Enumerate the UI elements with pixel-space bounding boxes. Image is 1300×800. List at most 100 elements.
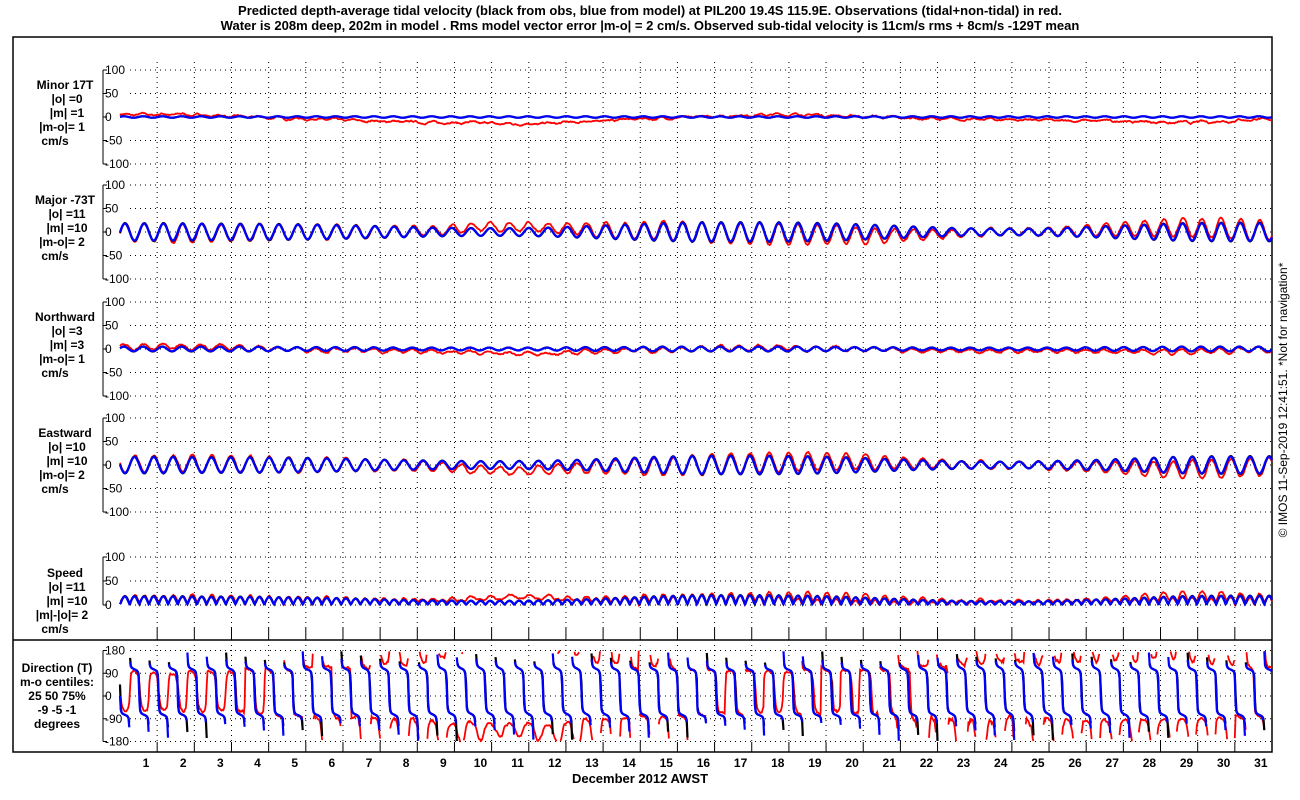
panel-label-minor: |m-o|= 1 <box>39 120 85 134</box>
direction-observations-line <box>1091 651 1101 665</box>
y-tick-label: 0 <box>105 342 112 356</box>
series <box>118 111 1273 743</box>
direction-model-line <box>821 659 842 725</box>
chart-canvas: Predicted depth-average tidal velocity (… <box>12 3 1290 786</box>
y-tick-label: 100 <box>105 63 125 77</box>
direction-observations-line <box>1053 652 1063 665</box>
x-tick-label: 23 <box>957 756 971 770</box>
direction-model-line <box>1013 661 1034 723</box>
x-tick-label: 20 <box>845 756 859 770</box>
direction-model-line <box>1263 651 1273 673</box>
direction-model-line <box>533 662 554 722</box>
x-tick-label: 11 <box>511 756 524 770</box>
x-tick-label: 8 <box>403 756 410 770</box>
x-tick-label: 29 <box>1180 756 1194 770</box>
panel-label-speed: |m| =10 <box>46 594 87 608</box>
direction-observations-line <box>380 651 391 666</box>
y-tick-label: 50 <box>105 435 119 449</box>
direction-model-line <box>1051 656 1073 726</box>
chart-title-line1: Predicted depth-average tidal velocity (… <box>238 3 1062 18</box>
model-line-speed <box>119 594 1273 607</box>
x-tick-label: 25 <box>1031 756 1045 770</box>
tidal-velocity-figure: Predicted depth-average tidal velocity (… <box>0 0 1300 800</box>
panel-label-minor: |m| =1 <box>50 106 85 120</box>
y-tick-label: 50 <box>105 574 119 588</box>
x-tick-label: 21 <box>883 756 897 770</box>
x-tick-label: 27 <box>1106 756 1120 770</box>
panel-label-major: cm/s <box>41 249 69 263</box>
direction-observations-line <box>573 651 580 656</box>
y-tick-label: 0 <box>105 458 112 472</box>
direction-model-line <box>475 659 496 731</box>
panel-label-east: |m-o|= 2 <box>39 468 85 482</box>
x-tick-label: 19 <box>808 756 822 770</box>
panel-label-minor: cm/s <box>41 134 69 148</box>
y-tick-label: 0 <box>105 110 112 124</box>
direction-observations-line <box>1150 651 1158 659</box>
direction-model-line <box>244 661 266 731</box>
direction-model-line <box>609 661 631 732</box>
y-tick-label: 50 <box>105 202 119 216</box>
x-tick-label: 10 <box>474 756 488 770</box>
figure-frame <box>12 36 1273 753</box>
panel-label-north: |m-o|= 1 <box>39 352 85 366</box>
x-tick-label: 1 <box>143 756 150 770</box>
direction-observations-line <box>1111 652 1120 662</box>
direction-label: Direction (T) <box>22 661 93 675</box>
direction-observations-line <box>557 650 561 655</box>
x-tick-label: 16 <box>697 756 711 770</box>
direction-model-line <box>1071 659 1092 729</box>
direction-model-line <box>1186 659 1208 727</box>
direction-observations-line <box>462 719 558 743</box>
direction-model-line <box>455 657 477 727</box>
y-tick-label: 100 <box>105 178 125 192</box>
direction-model-line <box>225 659 246 727</box>
x-tick-label: 17 <box>734 756 748 770</box>
direction-observations-line <box>1131 652 1139 664</box>
y-tick-label: 180 <box>105 644 125 658</box>
panel-labels: Minor 17T|o| =0|m| =1|m-o|= 1cm/sMajor -… <box>20 78 96 731</box>
x-tick-label: 24 <box>994 756 1008 770</box>
direction-model-line <box>782 651 804 722</box>
x-tick-label: 12 <box>548 756 562 770</box>
y-tick-label: -90 <box>105 712 123 726</box>
panel-label-north: Northward <box>35 310 95 324</box>
x-tick-label: 2 <box>180 756 187 770</box>
direction-observations-line <box>1072 651 1082 663</box>
direction-model-line <box>1147 652 1169 723</box>
y-tick-label: -100 <box>105 157 129 171</box>
x-tick-label: 7 <box>366 756 373 770</box>
direction-model-line <box>1032 652 1054 724</box>
grid <box>130 62 1272 745</box>
direction-observations-line <box>460 651 464 655</box>
x-tick-label: 26 <box>1068 756 1082 770</box>
y-tick-label: 50 <box>105 319 119 333</box>
x-tick-label: 3 <box>217 756 224 770</box>
x-tick-label: 5 <box>291 756 298 770</box>
chart-title-line2: Water is 208m deep, 202m in model . Rms … <box>221 18 1080 33</box>
y-tick-label: -100 <box>105 272 129 286</box>
copyright-note: © IMOS 11-Sep-2019 12:41:51. *Not for na… <box>1276 262 1290 537</box>
direction-label: -9 -5 -1 <box>38 703 77 717</box>
x-tick-label: 9 <box>440 756 447 770</box>
x-tick-label: 31 <box>1254 756 1268 770</box>
y-tick-label: -50 <box>105 249 123 263</box>
direction-label: 25 50 75% <box>28 689 86 703</box>
direction-observations-line <box>438 652 447 660</box>
y-tick-label: 0 <box>105 225 112 239</box>
x-tick-label: 30 <box>1217 756 1231 770</box>
x-tick-label: 13 <box>585 756 599 770</box>
panel-label-major: Major -73T <box>35 193 96 207</box>
direction-observations-line <box>1169 651 1177 661</box>
y-tick-label: -50 <box>105 366 123 380</box>
direction-model-line <box>283 664 303 721</box>
x-tick-label: 4 <box>254 756 261 770</box>
panel-label-north: |o| =3 <box>51 324 82 338</box>
x-tick-label: 18 <box>771 756 785 770</box>
panel-label-major: |m-o|= 2 <box>39 235 85 249</box>
y-tick-label: -100 <box>105 505 129 519</box>
x-tick-label: 28 <box>1143 756 1157 770</box>
direction-observations-line <box>592 651 601 665</box>
direction-observations-line <box>1207 654 1216 666</box>
y-tick-label: -100 <box>105 389 129 403</box>
